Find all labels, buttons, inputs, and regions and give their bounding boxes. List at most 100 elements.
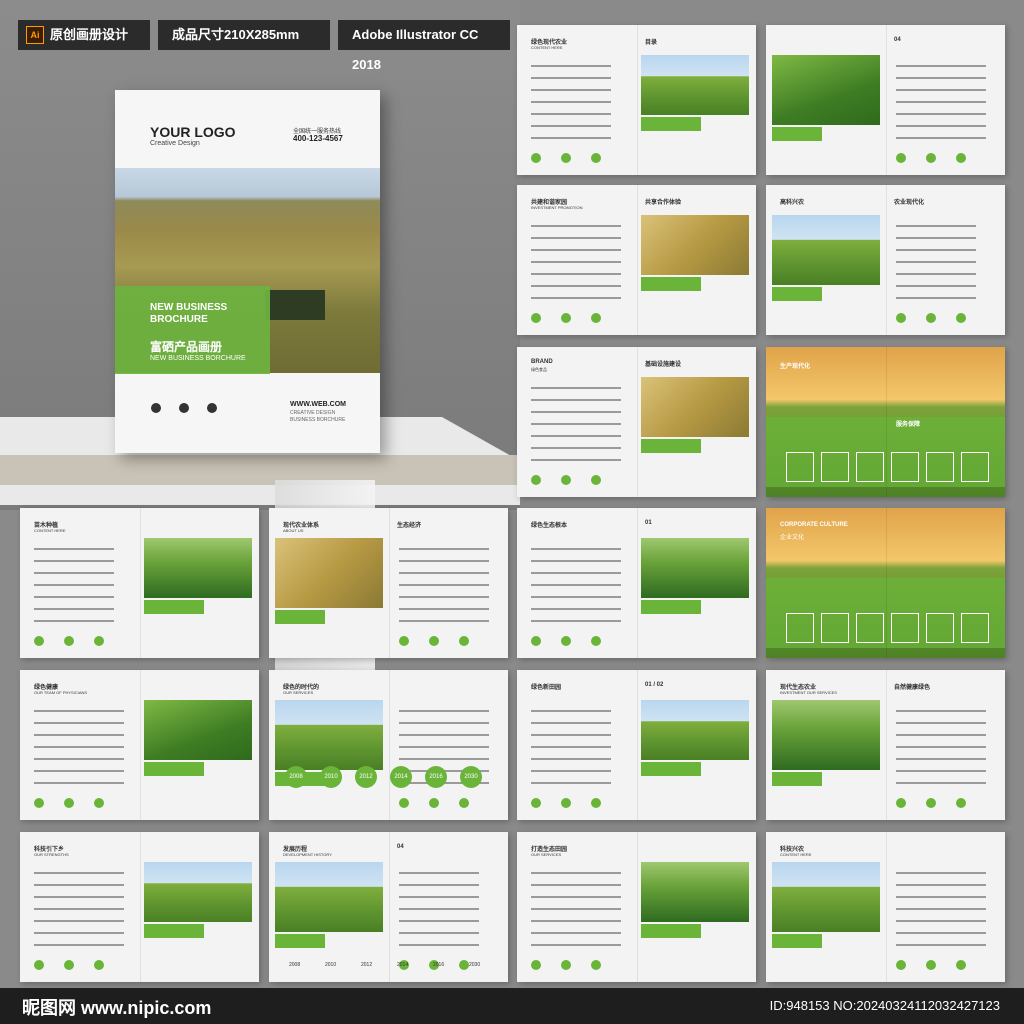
text-line [34,710,124,712]
spread-subtitle: ABOUT US [283,528,304,533]
timeline-year: 2016 [433,962,445,968]
text-line [531,908,621,910]
green-dot-icon [591,798,601,808]
spread-subtitle: INVESTMENT PROMOTION [531,205,583,210]
spread-7: 苗木种植 CONTENT HERE [20,508,259,658]
timeline-year: 2010 [325,962,337,968]
text-line [34,944,124,946]
footer-brand: 昵图网 www.nipic.com [22,998,212,1018]
green-dot-icon [531,475,541,485]
footer-id: ID:948153 NO:20240324112032427123 [769,998,1000,1013]
spread-17: 打造生态田园 OUR SERVICES [517,832,756,982]
text-line [34,596,114,598]
spread-right-title: 04 [397,844,404,850]
text-line [34,572,114,574]
cover-web: WWW.WEB.COM [290,401,346,408]
green-dot-icon [531,153,541,163]
spread-subtitle: CONTENT HERE [780,852,812,857]
info-box [821,613,849,643]
text-line [531,447,621,449]
text-line [531,758,611,760]
text-line [399,560,489,562]
text-line [531,273,621,275]
timeline-year: 2014 [397,962,409,968]
spread-subtitle: 绿色食品 [531,367,547,372]
green-dot-icon [561,636,571,646]
green-dot-icon [956,798,966,808]
info-box [786,613,814,643]
green-dot-icon [561,798,571,808]
text-line [34,722,124,724]
green-dot-icon [94,636,104,646]
text-line [531,459,621,461]
text-line [896,261,976,263]
text-line [896,782,986,784]
spread-18: 科技兴农 CONTENT HERE [766,832,1005,982]
text-line [896,722,986,724]
text-line [531,387,621,389]
green-dot-icon [64,636,74,646]
text-line [399,584,489,586]
text-line [896,101,986,103]
text-line [896,734,986,736]
text-line [896,113,986,115]
green-dot-icon [561,960,571,970]
cover-logo: YOUR LOGO [150,124,236,140]
text-line [531,770,611,772]
text-line [896,285,976,287]
text-line [399,608,489,610]
cover-phone: 400-123-4567 [293,134,343,143]
footer-bar: 昵图网 www.nipic.com ID:948153 NO:202403241… [0,988,1024,1024]
spread-photo [144,700,252,760]
spread-title: 生产现代化 [780,364,811,370]
text-line [399,746,489,748]
text-line [399,896,479,898]
timeline-year: 2008 [289,962,301,968]
cover-title-en: NEW BUSINESS BROCHURE [150,302,228,325]
spread-2: 04 [766,25,1005,175]
text-line [531,710,611,712]
text-line [399,944,479,946]
spread-photo [772,862,880,932]
spread-3: 共建和谐家园 INVESTMENT PROMOTION 共享合作体验 [517,185,756,335]
cover-title-en2: NEW BUSINESS BORCHURE [150,355,246,362]
spread-green-tag [641,762,701,776]
spread-right-title: 自然健康绿色 [894,685,931,691]
green-dot-icon [64,798,74,808]
spread-16: 发展历程 DEVELOPMENT HISTORY 04 2008 2010 2012 201… [269,832,508,982]
chat-icon [207,403,217,413]
text-line [399,758,489,760]
year-circle: 2016 [425,766,447,788]
text-line [531,435,621,437]
text-line [531,782,611,784]
text-line [531,101,611,103]
spread-8: 现代农业体系 ABOUT US 生态经济 [269,508,508,658]
text-line [896,932,986,934]
cover-social-icons [151,400,235,418]
spread-title: 绿色生态根本 [531,523,568,529]
spread-photo [641,538,749,598]
year-circle: 2010 [320,766,342,788]
info-box [856,613,884,643]
text-line [399,548,489,550]
table-edge [0,455,520,485]
brochure-cover: YOUR LOGO Creative Design 全国统一服务热线 400-1… [115,90,380,453]
green-dot-icon [591,153,601,163]
spread-subtitle: OUR TEAM OF PHYSICIANS [34,690,88,695]
spread-photo [275,538,383,608]
text-line [531,920,621,922]
spread-subtitle: INVESTMENT OUR SERVICES [780,690,837,695]
tag-size: 成品尺寸210X285mm [158,20,330,50]
spread-title: 高科兴农 [780,200,805,206]
green-dot-icon [956,313,966,323]
spread-green-tag [641,924,701,938]
text-line [531,225,621,227]
info-box [786,452,814,482]
text-line [531,932,621,934]
text-line [34,746,124,748]
green-dot-icon [926,798,936,808]
text-line [896,944,986,946]
text-line [34,734,124,736]
spread-subtitle: CONTENT HERE [531,45,563,50]
spread-green-tag [641,277,701,291]
